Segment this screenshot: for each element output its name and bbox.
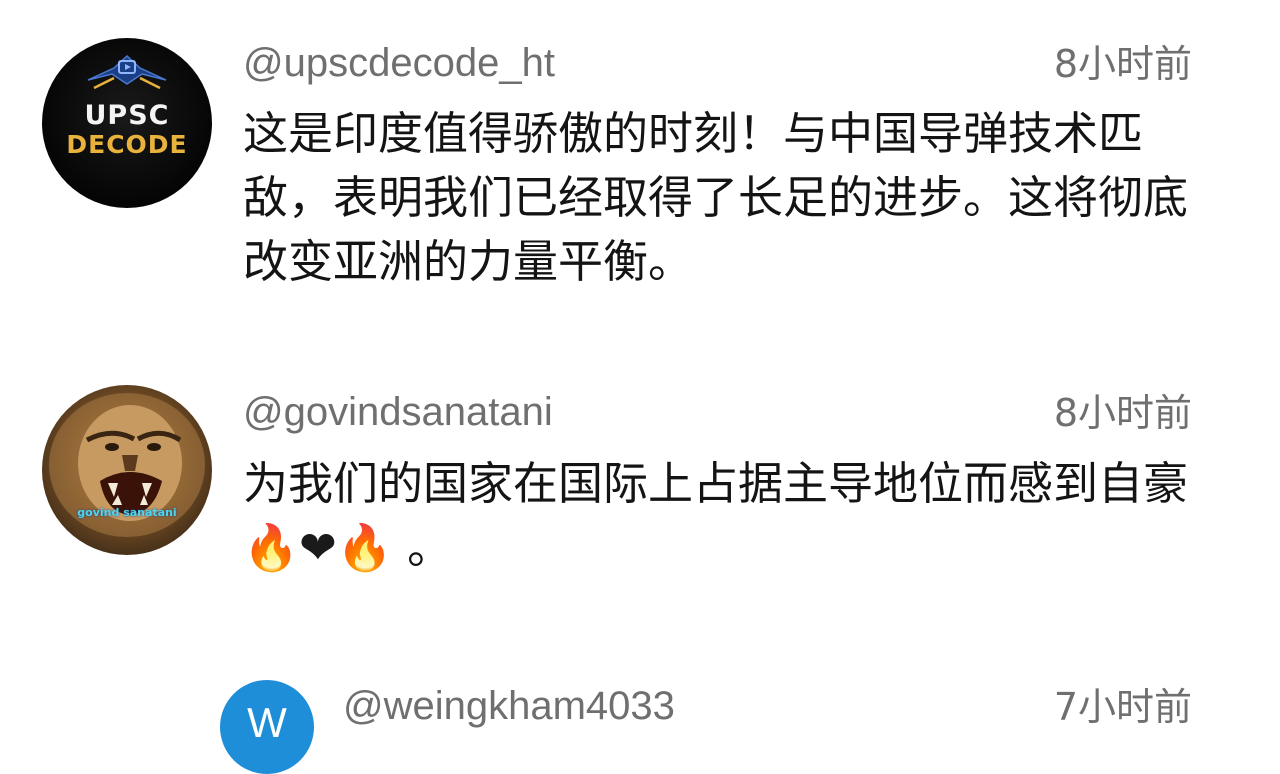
comment-text-end: 。 xyxy=(407,521,453,574)
avatar-logo-line-2: DECODE xyxy=(66,130,188,159)
comment-text: 这是印度值得骄傲的时刻！与中国导弹技术匹敌，表明我们已经取得了长足的进步。这将彻… xyxy=(243,107,1189,288)
avatar[interactable]: govind sanatani xyxy=(42,385,212,555)
comment-text: 为我们的国家在国际上占据主导地位而感到自豪 🔥❤🔥 。 xyxy=(243,452,1193,580)
comment-username[interactable]: @govindsanatani xyxy=(243,392,553,432)
fire-emoji-icon: 🔥 xyxy=(243,521,300,574)
avatar-letter: W xyxy=(247,699,287,746)
comment-username[interactable]: @upscdecode_ht xyxy=(243,43,555,83)
comment-timestamp: 8小时前 xyxy=(1053,42,1192,86)
heart-emoji-icon: ❤ xyxy=(299,521,337,574)
comment-text-main: 为我们的国家在国际上占据主导地位而感到自豪 xyxy=(243,457,1189,510)
comment-username[interactable]: @weingkham4033 xyxy=(343,686,675,726)
lion-face-icon xyxy=(49,393,205,537)
avatar-logo-line-1: UPSC xyxy=(84,100,170,131)
avatar-caption: govind sanatani xyxy=(77,506,177,519)
upsc-emblem-icon xyxy=(87,54,167,90)
comment-timestamp: 7小时前 xyxy=(1053,685,1192,729)
avatar[interactable]: W xyxy=(220,680,314,774)
avatar[interactable]: UPSC DECODE xyxy=(42,38,212,208)
fire-emoji-icon: 🔥 xyxy=(336,521,393,574)
comment-timestamp: 8小时前 xyxy=(1053,391,1192,435)
